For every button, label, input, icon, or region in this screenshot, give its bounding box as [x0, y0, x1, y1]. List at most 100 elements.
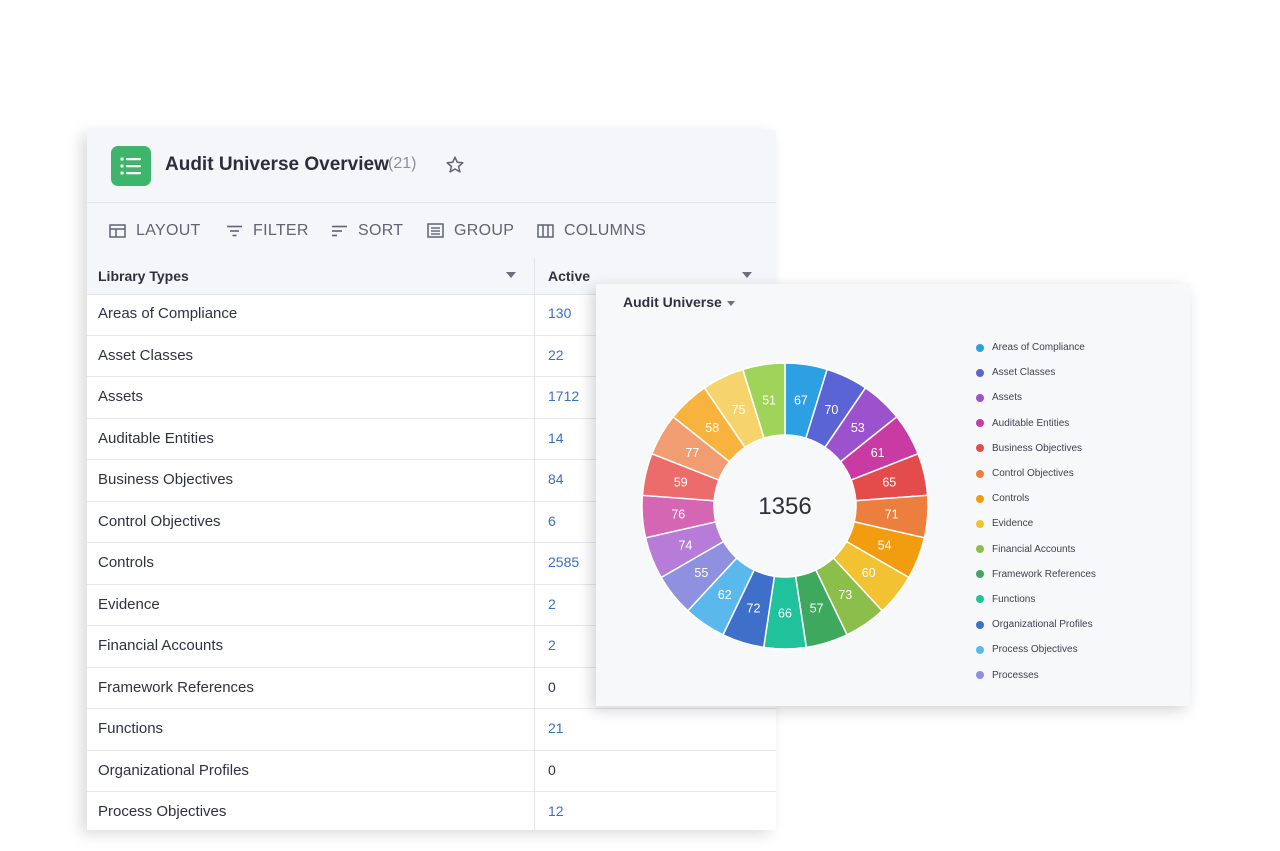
legend-label: Assets: [992, 392, 1023, 404]
layout-icon: [109, 223, 126, 238]
legend-label: Business Objectives: [992, 442, 1083, 454]
donut-slice-label: 75: [732, 403, 746, 417]
row-name: Framework References: [98, 678, 254, 696]
group-button-label: GROUP: [454, 221, 515, 239]
row-active-count[interactable]: 2585: [548, 554, 579, 570]
legend-label: Auditable Entities: [992, 417, 1070, 429]
list-icon: [111, 146, 151, 186]
legend-label: Process Objectives: [992, 644, 1078, 656]
donut-slice-label: 51: [762, 394, 776, 408]
row-name: Assets: [98, 388, 144, 405]
donut-slice-label: 59: [674, 476, 688, 490]
donut-slice-label: 55: [694, 566, 708, 580]
legend-swatch: [976, 393, 984, 402]
legend-label: Framework References: [992, 568, 1096, 580]
donut-slice-label: 70: [824, 403, 838, 417]
columns-button[interactable]: COLUMNS: [537, 203, 646, 258]
row-active-count[interactable]: 130: [548, 305, 571, 321]
legend-swatch: [976, 419, 984, 428]
legend-item[interactable]: Evidence: [976, 511, 1096, 536]
legend-item[interactable]: Assets: [976, 385, 1096, 410]
group-icon: [427, 223, 444, 238]
group-button[interactable]: GROUP: [427, 203, 514, 258]
legend-item[interactable]: Control Objectives: [976, 461, 1096, 486]
row-name: Process Objectives: [98, 803, 227, 820]
row-name: Evidence: [98, 595, 160, 613]
row-name: Asset Classes: [98, 346, 194, 364]
filter-icon: [227, 225, 242, 236]
toolbar: LAYOUT FILTER SORT GROUP COLUMNS: [87, 203, 776, 259]
row-active-count: 0: [548, 761, 556, 778]
row-active-count[interactable]: 21: [548, 720, 564, 736]
legend-item[interactable]: Process Objectives: [976, 637, 1096, 662]
donut-slice-label: 72: [747, 602, 761, 616]
legend-item[interactable]: Business Objectives: [976, 436, 1096, 461]
legend-item[interactable]: Processes: [976, 662, 1096, 687]
legend-swatch: [976, 519, 984, 528]
column-header-active[interactable]: Active: [548, 258, 590, 294]
row-name: Auditable Entities: [98, 429, 214, 447]
donut-chart: 67 70 53 61 65 71 5460 73 57 66 72 62 5574 76 59 77 58 75…: [641, 362, 929, 650]
legend-label: Functions: [992, 593, 1036, 605]
row-name: Financial Accounts: [98, 637, 224, 654]
legend-label: Evidence: [992, 518, 1034, 530]
legend-swatch: [976, 595, 984, 604]
filter-button[interactable]: FILTER: [226, 203, 309, 258]
table-row[interactable]: Process Objectives 12: [87, 792, 776, 830]
donut-slice-label: 53: [851, 421, 865, 435]
donut-slice-label: 76: [671, 507, 685, 521]
caret-down-icon[interactable]: [727, 301, 735, 306]
page-title: Audit Universe Overview: [165, 154, 389, 175]
legend-item[interactable]: Functions: [976, 587, 1096, 612]
record-count: (21): [388, 155, 417, 172]
column-header-library-types[interactable]: Library Types: [98, 258, 189, 294]
legend-item[interactable]: Controls: [976, 486, 1096, 511]
row-active-count[interactable]: 14: [548, 430, 564, 446]
sort-button-label: SORT: [358, 221, 404, 239]
donut-slice-label: 60: [862, 566, 876, 580]
chart-legend: Areas of Compliance Asset Classes Assets Au…: [976, 335, 1096, 688]
table-row[interactable]: Functions 21: [87, 709, 776, 751]
legend-label: Controls: [992, 493, 1030, 505]
legend-item[interactable]: Financial Accounts: [976, 537, 1096, 562]
row-active-count[interactable]: 6: [548, 513, 556, 529]
row-active-count[interactable]: 1712: [548, 388, 579, 404]
legend-label: Areas of Compliance: [992, 342, 1085, 354]
star-outline-icon[interactable]: [445, 155, 465, 175]
legend-item[interactable]: Auditable Entities: [976, 411, 1096, 436]
row-active-count[interactable]: 22: [548, 347, 564, 363]
caret-down-icon[interactable]: [742, 272, 752, 278]
row-active-count[interactable]: 2: [548, 637, 556, 653]
legend-label: Processes: [992, 669, 1039, 681]
title-bar: Audit Universe Overview (21): [87, 130, 776, 203]
legend-item[interactable]: Organizational Profiles: [976, 612, 1096, 637]
legend-item[interactable]: Framework References: [976, 562, 1096, 587]
layout-button[interactable]: LAYOUT: [109, 203, 201, 258]
filter-button-label: FILTER: [253, 221, 309, 239]
donut-slice-label: 66: [778, 607, 792, 621]
table-row[interactable]: Organizational Profiles 0: [87, 751, 776, 792]
legend-swatch: [976, 368, 984, 377]
row-name: Controls: [98, 554, 154, 571]
sort-button[interactable]: SORT: [331, 203, 403, 258]
legend-label: Control Objectives: [992, 468, 1074, 480]
legend-label: Asset Classes: [992, 367, 1056, 379]
row-name: Organizational Profiles: [98, 761, 249, 779]
row-active-count[interactable]: 84: [548, 471, 564, 487]
row-name: Functions: [98, 720, 164, 737]
legend-label: Organizational Profiles: [992, 619, 1093, 631]
donut-slice-label: 58: [705, 421, 719, 435]
legend-swatch: [976, 570, 984, 579]
row-name: Business Objectives: [98, 471, 234, 488]
legend-swatch: [976, 645, 984, 654]
legend-item[interactable]: Areas of Compliance: [976, 335, 1096, 360]
row-name: Control Objectives: [98, 512, 221, 530]
legend-swatch: [976, 444, 984, 453]
row-active-count[interactable]: 2: [548, 596, 556, 612]
chart-title-dropdown[interactable]: Audit Universe: [623, 294, 722, 310]
legend-item[interactable]: Asset Classes: [976, 360, 1096, 385]
row-active-count[interactable]: 12: [548, 803, 564, 819]
donut-slice-label: 62: [718, 588, 732, 602]
caret-down-icon[interactable]: [506, 272, 516, 278]
legend-swatch: [976, 343, 984, 352]
